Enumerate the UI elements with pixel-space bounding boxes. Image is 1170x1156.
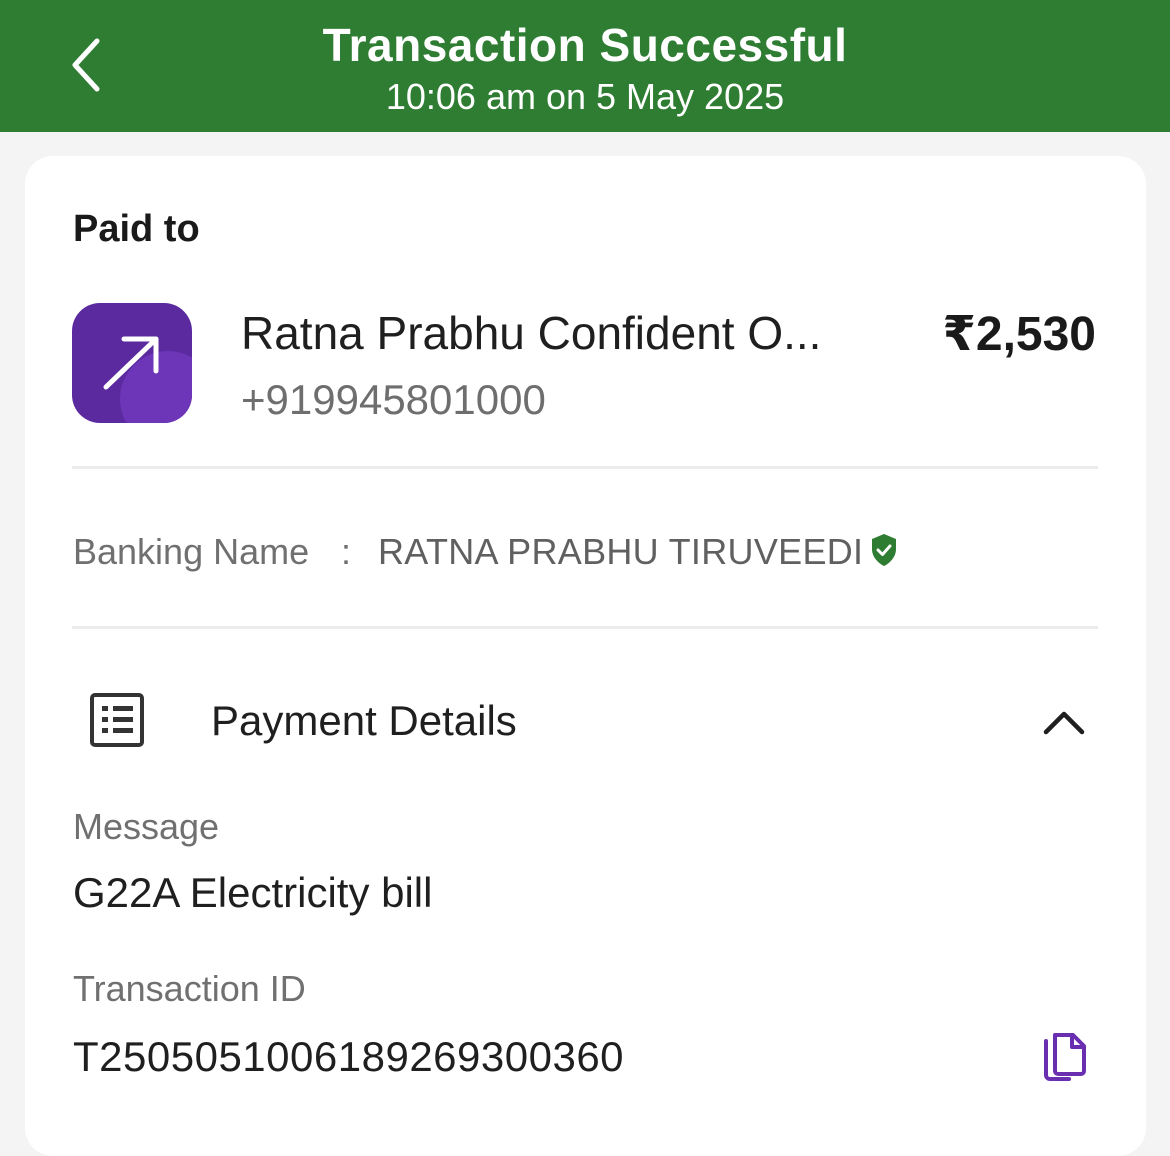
merchant-name: Ratna Prabhu Confident O...: [241, 307, 822, 359]
merchant-avatar: [72, 303, 192, 423]
banking-name-separator: :: [341, 531, 352, 572]
banking-name-label: Banking Name: [73, 531, 310, 572]
payment-amount: ₹2,530: [942, 308, 1096, 361]
arrow-up-right-icon: [103, 336, 159, 390]
receipt-list-icon: [90, 693, 144, 747]
merchant-phone: +919945801000: [241, 376, 546, 423]
message-label: Message: [73, 806, 220, 847]
message-value: G22A Electricity bill: [73, 869, 433, 916]
app-header: Transaction Successful 10:06 am on 5 May…: [0, 0, 1170, 132]
verified-shield-icon: [872, 534, 896, 566]
copy-icon[interactable]: [1041, 1031, 1089, 1083]
transaction-timestamp: 10:06 am on 5 May 2025: [385, 76, 785, 117]
page-title: Transaction Successful: [322, 19, 848, 71]
transaction-card: Paid to Ratna Prabhu Confident O... +919…: [25, 156, 1146, 1156]
transaction-id-label: Transaction ID: [73, 968, 306, 1009]
payment-details-title: Payment Details: [211, 697, 517, 744]
banking-name-value: RATNA PRABHU TIRUVEEDI: [378, 531, 864, 572]
divider: [72, 466, 1098, 469]
divider: [72, 626, 1098, 629]
transaction-id-value: T2505051006189269300360: [73, 1033, 625, 1080]
paid-to-heading: Paid to: [73, 208, 200, 250]
chevron-up-icon[interactable]: [1039, 704, 1089, 740]
